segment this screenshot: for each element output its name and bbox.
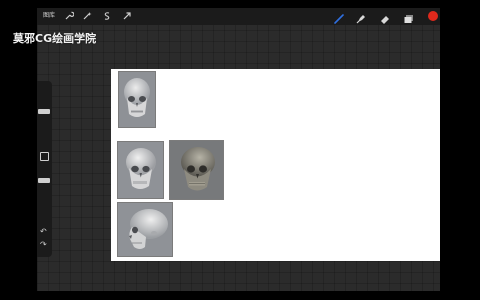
magic-wand-icon[interactable]	[82, 11, 92, 21]
skull-reference-three-quarter[interactable]	[117, 141, 164, 199]
skull-three-quarter-image	[118, 142, 163, 198]
color-picker-button[interactable]	[428, 11, 438, 21]
gallery-button[interactable]: 图库	[43, 11, 55, 21]
watermark-logo: 莫邪CG绘画学院	[13, 32, 97, 45]
transform-arrow-icon[interactable]	[122, 11, 132, 21]
skull-reference-side[interactable]	[117, 202, 173, 257]
wrench-icon[interactable]	[64, 11, 75, 21]
skull-side-image	[118, 203, 172, 256]
skull-front-image	[119, 72, 155, 127]
layers-icon[interactable]	[403, 10, 415, 23]
skull-reference-front[interactable]	[118, 71, 156, 128]
brush-icon[interactable]	[333, 10, 345, 24]
drawing-canvas[interactable]	[111, 69, 440, 261]
brush-size-slider[interactable]	[38, 109, 50, 114]
skull-dark-image	[170, 141, 223, 199]
smudge-icon[interactable]	[355, 10, 367, 24]
eraser-icon[interactable]	[379, 10, 391, 24]
app-window: 图库 ↶ ↷	[37, 8, 440, 291]
redo-button[interactable]: ↷	[40, 241, 47, 249]
selection-icon[interactable]	[102, 11, 112, 21]
undo-button[interactable]: ↶	[40, 228, 47, 236]
modify-square-button[interactable]	[40, 152, 49, 161]
top-toolbar: 图库	[37, 8, 440, 25]
skull-reference-dark[interactable]	[169, 140, 224, 200]
opacity-slider[interactable]	[38, 178, 50, 183]
left-sidebar: ↶ ↷	[37, 81, 52, 257]
